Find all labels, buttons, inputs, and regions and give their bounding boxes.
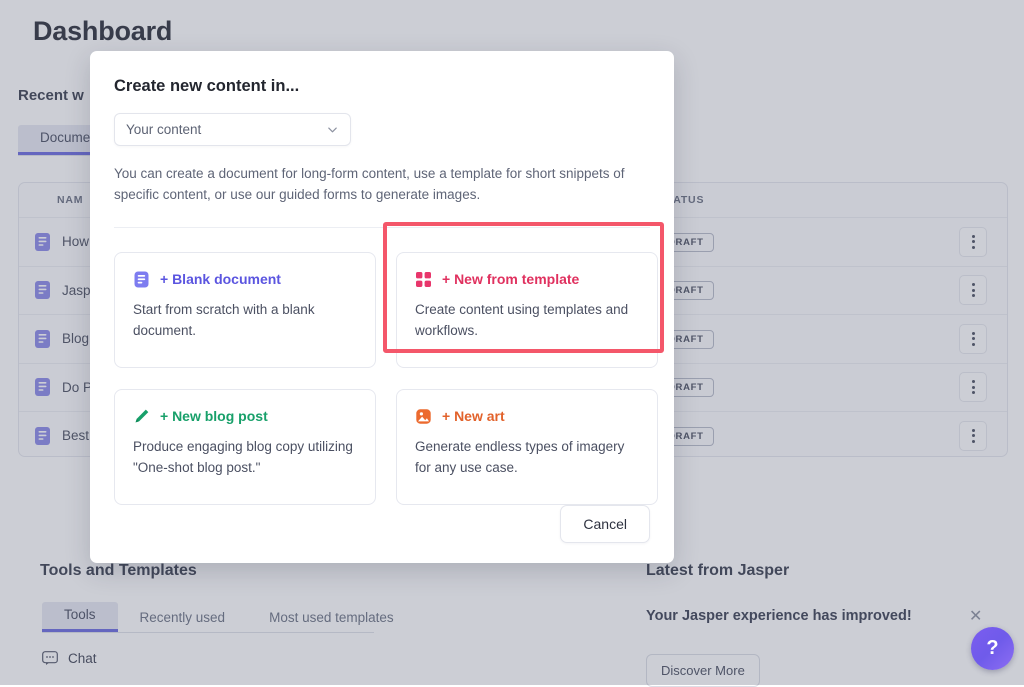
card-description: Create content using templates and workf…: [415, 300, 639, 342]
card-new-from-template[interactable]: + New from template Create content using…: [396, 252, 658, 368]
pencil-icon: [133, 408, 150, 425]
card-header: + Blank document: [133, 271, 357, 288]
card-title: + New art: [442, 408, 505, 424]
content-type-cards: + Blank document Start from scratch with…: [90, 228, 674, 505]
document-icon: [133, 271, 150, 288]
art-palette-icon: [415, 408, 432, 425]
card-header: + New from template: [415, 271, 639, 288]
modal-title: Create new content in...: [114, 77, 650, 96]
chevron-down-icon: [326, 123, 339, 136]
card-header: + New blog post: [133, 408, 357, 425]
modal-footer: Cancel: [90, 505, 674, 565]
help-button[interactable]: ?: [971, 627, 1014, 670]
cancel-button[interactable]: Cancel: [560, 505, 650, 543]
card-description: Generate endless types of imagery for an…: [415, 437, 639, 479]
grid-squares-icon: [415, 271, 432, 288]
modal-description: You can create a document for long-form …: [114, 164, 639, 206]
card-title: + Blank document: [160, 271, 281, 287]
card-header: + New art: [415, 408, 639, 425]
card-title: + New from template: [442, 271, 579, 287]
destination-select-value: Your content: [126, 122, 201, 137]
modal-body: Create new content in... Your content Yo…: [90, 51, 674, 228]
card-blank-document[interactable]: + Blank document Start from scratch with…: [114, 252, 376, 368]
create-content-modal: Create new content in... Your content Yo…: [90, 51, 674, 563]
card-new-blog-post[interactable]: + New blog post Produce engaging blog co…: [114, 389, 376, 505]
card-title: + New blog post: [160, 408, 268, 424]
card-description: Start from scratch with a blank document…: [133, 300, 357, 342]
destination-select[interactable]: Your content: [114, 113, 351, 146]
card-new-art[interactable]: + New art Generate endless types of imag…: [396, 389, 658, 505]
card-description: Produce engaging blog copy utilizing "On…: [133, 437, 357, 479]
